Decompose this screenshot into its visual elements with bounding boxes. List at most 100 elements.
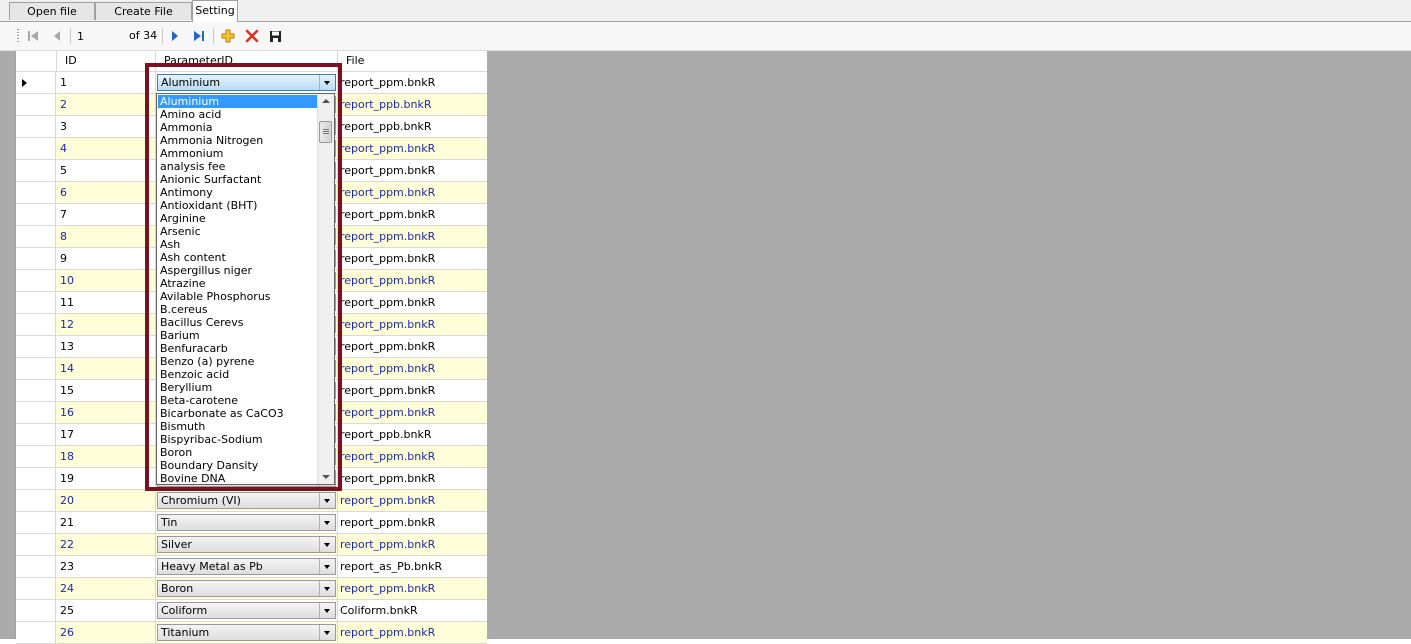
position-input[interactable] xyxy=(75,27,127,47)
tab-open-file-report[interactable]: Open file report xyxy=(9,2,95,36)
parameter-combobox[interactable]: Titanium xyxy=(157,624,336,641)
table-row[interactable]: 20 Chromium (VI) report_ppm.bnkR xyxy=(16,490,487,512)
parameter-combobox[interactable]: Silver xyxy=(157,536,336,553)
column-header-parameterid[interactable]: ParameterID xyxy=(156,51,338,71)
cell-file[interactable]: report_ppm.bnkR xyxy=(338,358,487,380)
cell-file[interactable]: report_ppm.bnkR xyxy=(338,622,487,644)
dropdown-option[interactable]: Bicarbonate as CaCO3 xyxy=(158,407,319,420)
delete-button[interactable] xyxy=(244,28,260,44)
dropdown-option[interactable]: Boundary Dansity xyxy=(158,459,319,472)
row-header[interactable] xyxy=(16,358,56,380)
cell-id[interactable]: 5 xyxy=(57,160,156,182)
dropdown-option[interactable]: Beta-carotene xyxy=(158,394,319,407)
dropdown-option[interactable]: Barium xyxy=(158,329,319,342)
parameter-combobox[interactable]: Heavy Metal as Pb xyxy=(157,558,336,575)
table-row[interactable]: 26 Titanium report_ppm.bnkR xyxy=(16,622,487,644)
parameter-dropdown-list[interactable]: Aluminium Amino acid Ammonia Ammonia Nitrog… xyxy=(156,93,335,485)
scroll-up-icon[interactable] xyxy=(322,99,330,103)
cell-parameterid[interactable]: Silver xyxy=(156,534,338,556)
cell-parameterid[interactable]: Aluminium xyxy=(156,72,338,94)
dropdown-option[interactable]: analysis fee xyxy=(158,160,319,173)
cell-file[interactable]: report_ppm.bnkR xyxy=(338,248,487,270)
cell-id[interactable]: 2 xyxy=(57,94,156,116)
cell-file[interactable]: report_ppm.bnkR xyxy=(338,446,487,468)
cell-parameterid[interactable]: Coliform xyxy=(156,600,338,622)
dropdown-option[interactable]: Bispyribac-Sodium xyxy=(158,433,319,446)
dropdown-option[interactable]: Aspergillus niger xyxy=(158,264,319,277)
dropdown-arrow-icon[interactable] xyxy=(319,537,335,552)
cell-id[interactable]: 21 xyxy=(57,512,156,534)
row-header[interactable] xyxy=(16,512,56,534)
cell-id[interactable]: 23 xyxy=(57,556,156,578)
toolbar-grip[interactable] xyxy=(17,29,19,43)
cell-file[interactable]: report_ppb.bnkR xyxy=(338,116,487,138)
table-row[interactable]: 25 Coliform Coliform.bnkR xyxy=(16,600,487,622)
row-header[interactable] xyxy=(16,556,56,578)
dropdown-arrow-icon[interactable] xyxy=(319,559,335,574)
row-header[interactable] xyxy=(16,314,56,336)
dropdown-arrow-icon[interactable] xyxy=(319,581,335,596)
dropdown-option[interactable]: Bovine DNA xyxy=(158,472,319,484)
cell-id[interactable]: 7 xyxy=(57,204,156,226)
cell-id[interactable]: 14 xyxy=(57,358,156,380)
cell-file[interactable]: report_ppm.bnkR xyxy=(338,72,487,94)
cell-id[interactable]: 25 xyxy=(57,600,156,622)
dropdown-option[interactable]: Ash xyxy=(158,238,319,251)
tab-create-file-report[interactable]: Create File Report xyxy=(95,2,192,36)
row-header[interactable] xyxy=(16,292,56,314)
dropdown-option[interactable]: Aluminium xyxy=(158,95,319,108)
add-new-button[interactable] xyxy=(220,28,236,44)
table-row[interactable]: 21 Tin report_ppm.bnkR xyxy=(16,512,487,534)
cell-id[interactable]: 6 xyxy=(57,182,156,204)
row-header[interactable] xyxy=(16,402,56,424)
row-header[interactable] xyxy=(16,94,56,116)
cell-file[interactable]: report_ppm.bnkR xyxy=(338,292,487,314)
cell-file[interactable]: Coliform.bnkR xyxy=(338,600,487,622)
cell-id[interactable]: 24 xyxy=(57,578,156,600)
cell-id[interactable]: 19 xyxy=(57,468,156,490)
row-header[interactable] xyxy=(16,270,56,292)
cell-id[interactable]: 11 xyxy=(57,292,156,314)
scroll-thumb[interactable] xyxy=(319,121,332,143)
parameter-combobox[interactable]: Tin xyxy=(157,514,336,531)
parameter-combobox[interactable]: Boron xyxy=(157,580,336,597)
cell-file[interactable]: report_ppb.bnkR xyxy=(338,424,487,446)
cell-parameterid[interactable]: Heavy Metal as Pb xyxy=(156,556,338,578)
cell-id[interactable]: 13 xyxy=(57,336,156,358)
cell-id[interactable]: 15 xyxy=(57,380,156,402)
dropdown-option[interactable]: B.cereus xyxy=(158,303,319,316)
cell-id[interactable]: 22 xyxy=(57,534,156,556)
cell-parameterid[interactable]: Boron xyxy=(156,578,338,600)
dropdown-option[interactable]: Bacillus Cerevs xyxy=(158,316,319,329)
row-header[interactable] xyxy=(16,578,56,600)
dropdown-option[interactable]: Antimony xyxy=(158,186,319,199)
dropdown-option[interactable]: Avilable Phosphorus xyxy=(158,290,319,303)
cell-id[interactable]: 26 xyxy=(57,622,156,644)
dropdown-option[interactable]: Ammonia Nitrogen xyxy=(158,134,319,147)
dropdown-option[interactable]: Arsenic xyxy=(158,225,319,238)
cell-id[interactable]: 3 xyxy=(57,116,156,138)
table-row[interactable]: 23 Heavy Metal as Pb report_as_Pb.bnkR xyxy=(16,556,487,578)
row-header[interactable] xyxy=(16,490,56,512)
row-header[interactable] xyxy=(16,138,56,160)
cell-file[interactable]: report_ppm.bnkR xyxy=(338,182,487,204)
save-button[interactable] xyxy=(267,28,283,44)
row-header[interactable] xyxy=(16,622,56,644)
row-header[interactable] xyxy=(16,336,56,358)
cell-file[interactable]: report_ppm.bnkR xyxy=(338,402,487,424)
cell-file[interactable]: report_ppm.bnkR xyxy=(338,270,487,292)
row-header[interactable] xyxy=(16,226,56,248)
move-next-button[interactable] xyxy=(167,28,183,44)
row-header-corner[interactable] xyxy=(16,51,57,71)
dropdown-option[interactable]: Benzoic acid xyxy=(158,368,319,381)
row-header[interactable] xyxy=(16,534,56,556)
row-header[interactable] xyxy=(16,116,56,138)
cell-id[interactable]: 20 xyxy=(57,490,156,512)
tab-setting[interactable]: Setting xyxy=(192,0,238,22)
cell-id[interactable]: 8 xyxy=(57,226,156,248)
cell-parameterid[interactable]: Chromium (VI) xyxy=(156,490,338,512)
move-last-button[interactable] xyxy=(191,28,207,44)
dropdown-option[interactable]: Amino acid xyxy=(158,108,319,121)
cell-file[interactable]: report_ppm.bnkR xyxy=(338,314,487,336)
dropdown-option[interactable]: Boron xyxy=(158,446,319,459)
